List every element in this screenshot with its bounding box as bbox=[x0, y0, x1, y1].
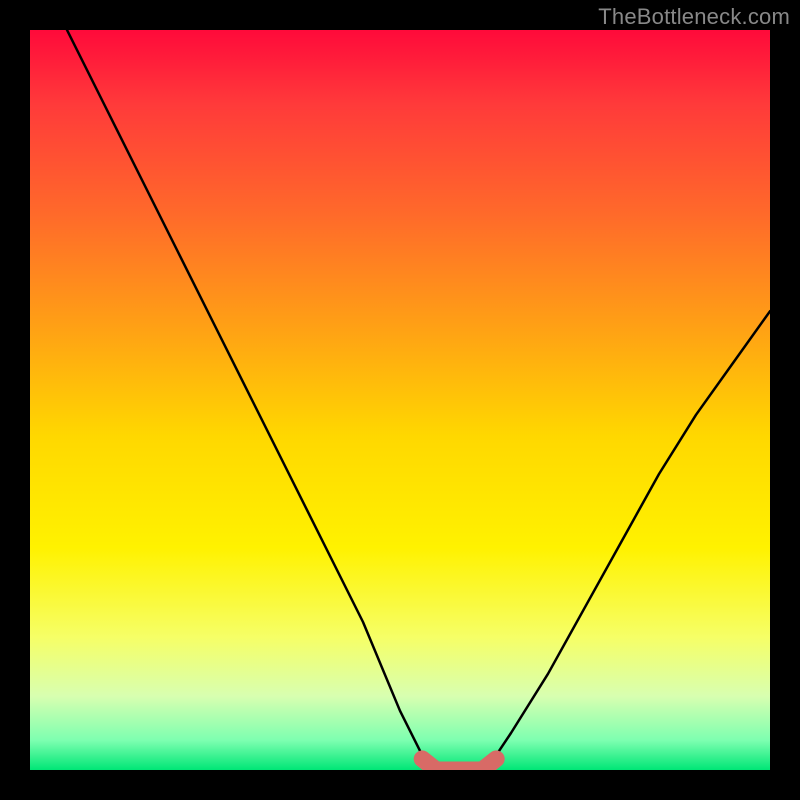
bottleneck-curve-path bbox=[67, 30, 770, 770]
watermark-text: TheBottleneck.com bbox=[598, 4, 790, 30]
outer-frame: TheBottleneck.com bbox=[0, 0, 800, 800]
plot-area bbox=[30, 30, 770, 770]
highlight-segment bbox=[422, 759, 496, 770]
curve-svg bbox=[30, 30, 770, 770]
